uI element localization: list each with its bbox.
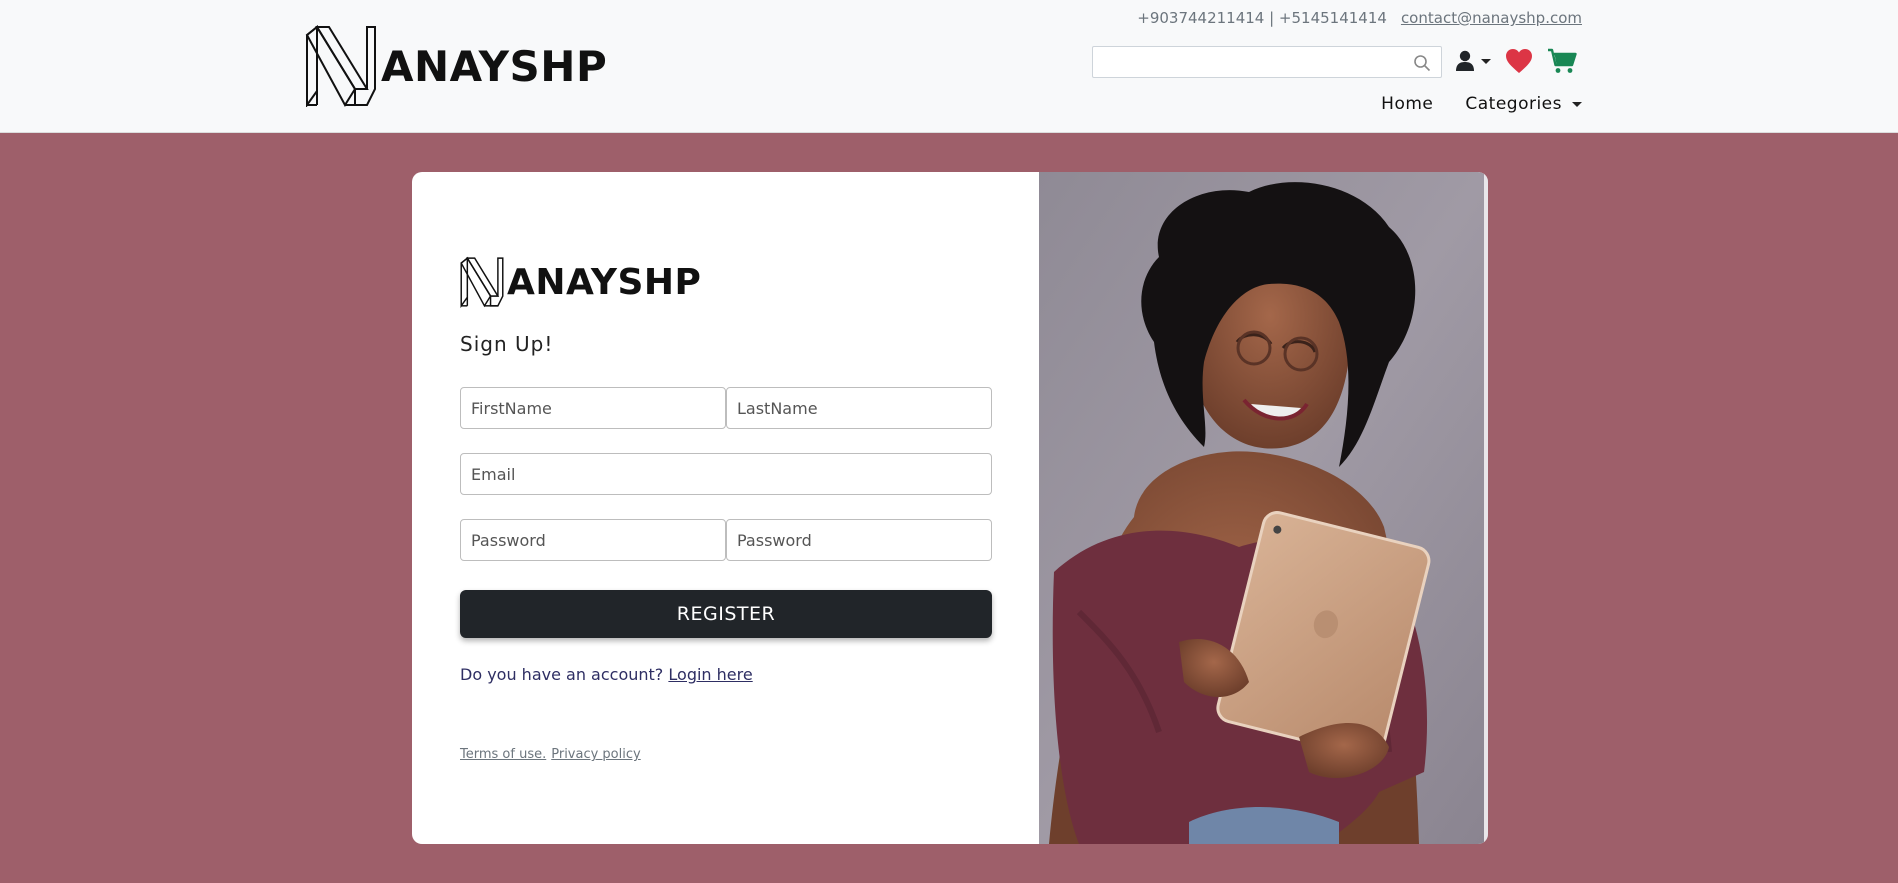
site-logo[interactable]: ANAYSHP: [305, 25, 607, 107]
lastname-input[interactable]: [727, 388, 991, 428]
signup-form-panel: ANAYSHP Sign Up! REGISTER Do you have an…: [412, 172, 1040, 844]
login-link[interactable]: Login here: [668, 665, 752, 684]
form-logo: ANAYSHP: [460, 256, 701, 308]
account-prompt-text: Do you have an account?: [460, 665, 664, 684]
woman-with-tablet-photo: [1039, 172, 1488, 844]
cart-icon[interactable]: [1547, 48, 1577, 74]
site-header: ANAYSHP +903744211414 | +5145141414 cont…: [0, 0, 1898, 133]
search-box: [1092, 46, 1442, 78]
lastname-field: [726, 387, 992, 429]
contact-info: +903744211414 | +5145141414 contact@nana…: [1137, 9, 1582, 27]
search-icon[interactable]: [1413, 54, 1431, 72]
terms-link[interactable]: Terms of use.: [460, 747, 546, 762]
password-confirm-input[interactable]: [727, 520, 991, 560]
email-field: [460, 453, 992, 495]
signup-card: ANAYSHP Sign Up! REGISTER Do you have an…: [412, 172, 1488, 844]
email-input[interactable]: [461, 454, 991, 494]
privacy-link[interactable]: Privacy policy: [551, 747, 640, 762]
phone-numbers: +903744211414 | +5145141414: [1137, 9, 1387, 27]
login-prompt: Do you have an account? Login here: [460, 665, 753, 684]
nav-categories-label: Categories: [1465, 94, 1562, 114]
chevron-down-icon: [1572, 101, 1582, 107]
header-actions: [1455, 48, 1577, 74]
firstname-field: [460, 387, 726, 429]
register-button[interactable]: REGISTER: [460, 590, 992, 638]
page-title: Sign Up!: [460, 332, 554, 356]
user-icon: [1456, 50, 1474, 71]
password-field: [460, 519, 726, 561]
nav-home-label: Home: [1381, 94, 1434, 114]
logo-wordmark: ANAYSHP: [381, 41, 608, 91]
legal-links: Terms of use. Privacy policy: [460, 747, 641, 762]
main-nav: Home Categories: [1381, 94, 1582, 114]
nav-home[interactable]: Home: [1381, 94, 1433, 114]
heart-icon[interactable]: [1505, 48, 1533, 74]
logo-wordmark: ANAYSHP: [507, 261, 702, 303]
search-input[interactable]: [1093, 47, 1441, 77]
logo-n-mark: [305, 25, 376, 107]
password-input[interactable]: [461, 520, 725, 560]
password-confirm-field: [726, 519, 992, 561]
signup-hero-image: [1039, 172, 1488, 844]
firstname-input[interactable]: [461, 388, 725, 428]
logo-n-mark: [460, 256, 504, 308]
contact-email-link[interactable]: contact@nanayshp.com: [1401, 9, 1582, 27]
chevron-down-icon: [1481, 58, 1491, 64]
nav-categories[interactable]: Categories: [1465, 94, 1582, 114]
user-menu-button[interactable]: [1455, 50, 1491, 72]
